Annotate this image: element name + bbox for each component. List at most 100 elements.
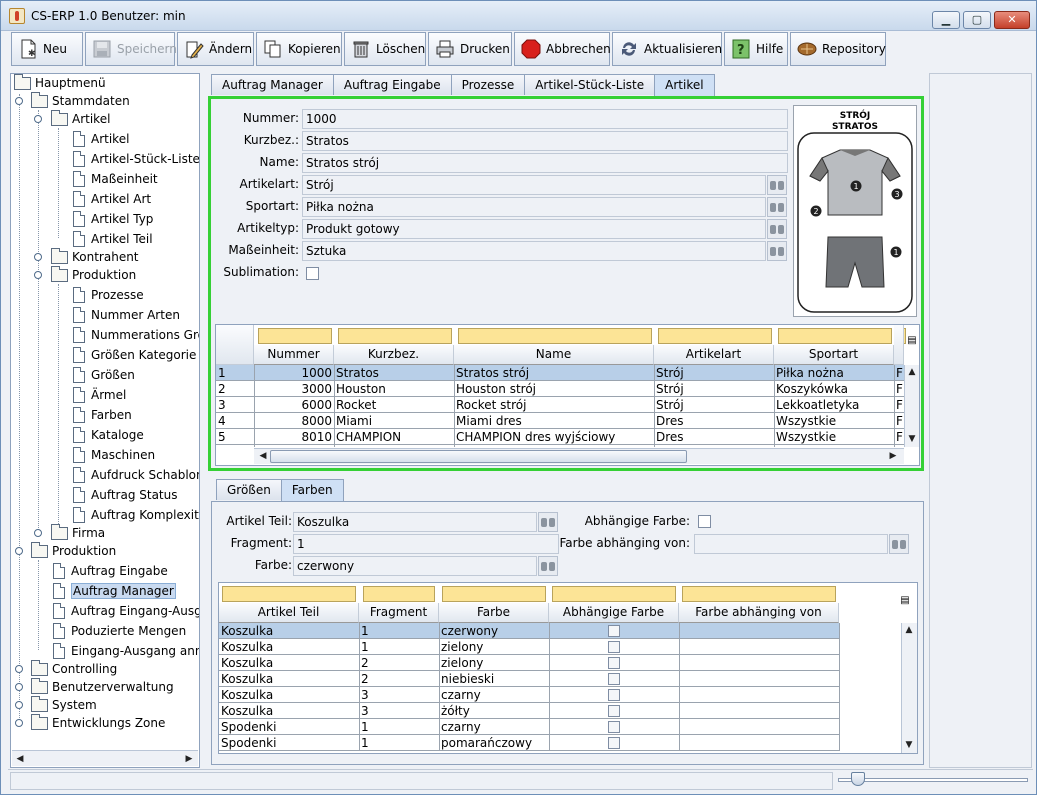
artikelart-field[interactable]: Strój [302, 175, 766, 195]
tree-node-handle-icon[interactable] [15, 665, 23, 673]
delete-button[interactable]: Löschen [344, 32, 426, 66]
scroll-down-icon[interactable]: ▼ [902, 739, 916, 751]
column-chooser-icon[interactable]: ▤ [897, 595, 913, 611]
tree-item-nummerations-groesse[interactable]: Nummerations Größe [73, 325, 199, 345]
tree-item-aufdruck-schablone[interactable]: Aufdruck Schablone [73, 465, 199, 485]
tree-item-kontrahent[interactable]: Kontrahent [51, 247, 139, 266]
table-row[interactable]: 2 3000 Houston Houston strój Strój Koszykówka… [216, 381, 904, 397]
tree-item-nummer-arten[interactable]: Nummer Arten [73, 305, 180, 325]
abhaengige-farbe-cell-checkbox[interactable] [608, 625, 620, 637]
scroll-right-icon[interactable]: ▶ [886, 450, 900, 462]
scroll-up-icon[interactable]: ▲ [902, 624, 916, 636]
tree-item-artikel-typ[interactable]: Artikel Typ [73, 209, 153, 229]
tree-item-auftrag-status[interactable]: Auftrag Status [73, 485, 178, 505]
tree-item-artikel-art[interactable]: Artikel Art [73, 189, 151, 209]
filter-name[interactable] [458, 328, 652, 344]
new-button[interactable]: ✱ Neu [11, 32, 83, 66]
masseinheit-field[interactable]: Sztuka [302, 241, 766, 261]
tree-node-handle-icon[interactable] [34, 253, 42, 261]
tree-item-aermel[interactable]: Ärmel [73, 385, 126, 405]
filter-kurzbez[interactable] [338, 328, 452, 344]
tree-root[interactable]: Hauptmenü [14, 74, 106, 92]
artikel-teil-field[interactable]: Koszulka [293, 512, 537, 532]
refresh-button[interactable]: Aktualisieren [612, 32, 722, 66]
col-header-artikel-teil[interactable]: Artikel Teil [219, 603, 359, 623]
col-header-farbe[interactable]: Farbe [439, 603, 549, 623]
tree-item-masseinheit[interactable]: Maßeinheit [73, 169, 158, 189]
print-button[interactable]: Drucken [428, 32, 512, 66]
farbe-abhaengig-von-field[interactable] [694, 534, 888, 554]
farbe-abhaengig-von-lookup-button[interactable] [889, 534, 909, 554]
sportart-lookup-button[interactable] [767, 197, 787, 217]
scroll-left-icon[interactable]: ◀ [13, 753, 27, 765]
fragment-field[interactable]: 1 [293, 534, 559, 554]
tree-item-artikel[interactable]: Artikel [73, 129, 129, 149]
tree-item-system[interactable]: System [31, 695, 97, 714]
table-row[interactable]: Koszulka 1 zielony [219, 639, 839, 655]
tree-horizontal-scrollbar[interactable]: ◀ ▶ [12, 750, 198, 766]
zoom-slider-track[interactable] [838, 778, 1028, 782]
table-row[interactable]: Spodenki 1 pomarańczowy [219, 735, 839, 751]
table-row[interactable]: Koszulka 3 żółty [219, 703, 839, 719]
artikelart-lookup-button[interactable] [767, 175, 787, 195]
tree-item-produktion[interactable]: Produktion [31, 541, 116, 560]
column-chooser-icon[interactable]: ▤ [904, 335, 919, 351]
scroll-thumb[interactable] [270, 450, 687, 463]
sublimation-checkbox[interactable] [306, 267, 319, 280]
color-table-vertical-scrollbar[interactable]: ▲ ▼ [901, 623, 917, 753]
tree-item-auftrag-manager[interactable]: Auftrag Manager [53, 581, 176, 601]
table-row[interactable]: 3 6000 Rocket Rocket strój Strój Lekkoatletyk… [216, 397, 904, 413]
tree-item-maschinen[interactable]: Maschinen [73, 445, 155, 465]
artikeltyp-field[interactable]: Produkt gotowy [302, 219, 766, 239]
scroll-left-icon[interactable]: ◀ [256, 450, 270, 462]
tree-item-produktion-stamm[interactable]: Produktion [51, 265, 136, 284]
cancel-button[interactable]: Abbrechen [514, 32, 611, 66]
repository-button[interactable]: Repository [790, 32, 886, 66]
filter-fragment[interactable] [363, 586, 435, 602]
tree-node-handle-icon[interactable] [15, 683, 23, 691]
masseinheit-lookup-button[interactable] [767, 241, 787, 261]
tree-item-stammdaten[interactable]: Stammdaten [31, 91, 130, 110]
table-row[interactable]: 1 1000 Stratos Stratos strój Strój Piłka nożn… [216, 365, 904, 381]
abhaengige-farbe-cell-checkbox[interactable] [608, 657, 620, 669]
table-row[interactable]: Koszulka 3 czarny [219, 687, 839, 703]
tree-node-handle-icon[interactable] [15, 547, 23, 555]
tree-item-poduzierte-mengen[interactable]: Poduzierte Mengen [53, 621, 186, 641]
table-row[interactable]: Spodenki 1 czarny [219, 719, 839, 735]
zoom-slider-thumb[interactable] [851, 772, 865, 786]
abhaengige-farbe-checkbox[interactable] [698, 515, 711, 528]
tab-prozesse[interactable]: Prozesse [450, 74, 526, 95]
close-button[interactable]: ✕ [994, 11, 1030, 29]
tree-item-groessen[interactable]: Größen [73, 365, 135, 385]
col-header-abhaengige-farbe[interactable]: Abhängige Farbe [549, 603, 679, 623]
col-header-sportart[interactable]: Sportart [774, 345, 894, 365]
tab-artikel[interactable]: Artikel [654, 74, 715, 96]
col-header-kurzbez[interactable]: Kurzbez. [334, 345, 454, 365]
tree-item-prozesse[interactable]: Prozesse [73, 285, 144, 305]
copy-button[interactable]: Kopieren [256, 32, 342, 66]
tree-item-eingang-ausgang-annulieren[interactable]: Eingang-Ausgang annulieren [53, 641, 199, 661]
filter-farbe[interactable] [442, 586, 546, 602]
abhaengige-farbe-cell-checkbox[interactable] [608, 641, 620, 653]
tree-node-handle-icon[interactable] [34, 115, 42, 123]
tree-node-handle-icon[interactable] [15, 701, 23, 709]
table-row[interactable]: Koszulka 1 czerwony [219, 623, 839, 639]
tree-item-farben[interactable]: Farben [73, 405, 132, 425]
tree-item-auftrag-eingang-ausgang[interactable]: Auftrag Eingang-Ausgang [53, 601, 199, 621]
filter-artikel-teil[interactable] [222, 586, 356, 602]
edit-button[interactable]: Ändern [177, 32, 254, 66]
tab-farben[interactable]: Farben [280, 479, 344, 501]
filter-abhaengige-farbe[interactable] [552, 586, 676, 602]
farbe-lookup-button[interactable] [538, 556, 558, 576]
tab-groessen[interactable]: Größen [216, 479, 282, 500]
name-field[interactable]: Stratos strój [302, 153, 788, 173]
col-header-name[interactable]: Name [454, 345, 654, 365]
tree-item-auftrag-eingabe[interactable]: Auftrag Eingabe [53, 561, 168, 581]
tree-item-artikel-stueck-liste[interactable]: Artikel-Stück-Liste [73, 149, 199, 169]
abhaengige-farbe-cell-checkbox[interactable] [608, 705, 620, 717]
maximize-button[interactable]: ▢ [963, 11, 991, 29]
col-header-fragment[interactable]: Fragment [359, 603, 439, 623]
minimize-button[interactable]: ▁ [932, 11, 960, 29]
abhaengige-farbe-cell-checkbox[interactable] [608, 689, 620, 701]
filter-nummer[interactable] [258, 328, 332, 344]
